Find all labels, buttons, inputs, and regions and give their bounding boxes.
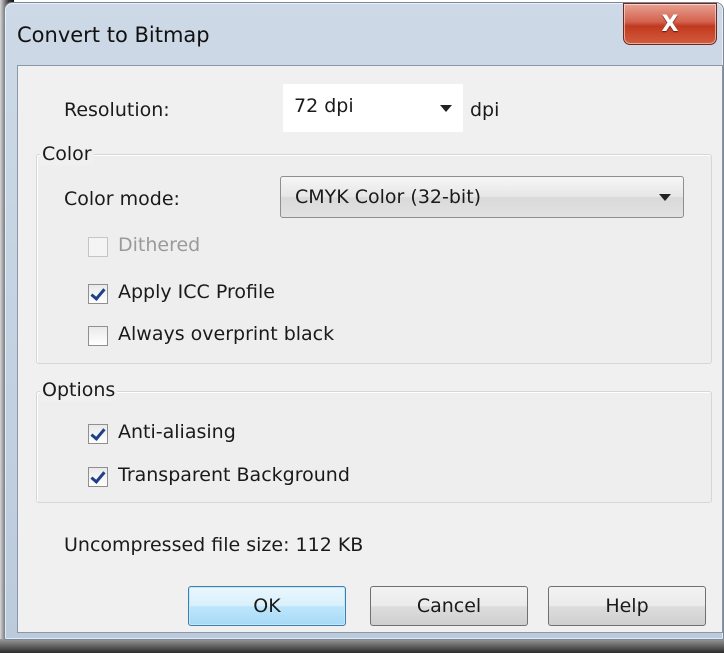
color-mode-label: Color mode:: [64, 188, 180, 210]
file-size-text: Uncompressed file size: 112 KB: [64, 534, 364, 556]
anti-aliasing-label[interactable]: Anti-aliasing: [118, 421, 236, 443]
ok-button[interactable]: OK: [188, 586, 346, 626]
color-mode-value: CMYK Color (32-bit): [295, 186, 482, 208]
resolution-value: 72 dpi: [294, 95, 354, 117]
resolution-label: Resolution:: [64, 99, 170, 121]
close-icon: X: [661, 11, 679, 37]
color-group-title: Color: [40, 143, 94, 165]
help-button[interactable]: Help: [548, 586, 706, 626]
options-group-title: Options: [40, 379, 118, 401]
transparent-background-checkbox[interactable]: [88, 467, 108, 487]
dialog-title: Convert to Bitmap: [17, 23, 210, 47]
transparent-background-label[interactable]: Transparent Background: [118, 464, 350, 486]
options-group: [36, 391, 712, 503]
dialog-body: Resolution: 72 dpi dpi Color Color mode:…: [17, 65, 723, 633]
chevron-down-icon: [659, 194, 671, 201]
apply-icc-profile-checkbox[interactable]: [88, 284, 108, 304]
color-mode-select[interactable]: CMYK Color (32-bit): [280, 176, 684, 218]
dithered-label: Dithered: [118, 234, 201, 256]
ok-button-label: OK: [253, 595, 281, 617]
dithered-checkbox[interactable]: [88, 237, 108, 257]
dialog-window: Convert to Bitmap X Resolution: 72 dpi d…: [4, 2, 724, 640]
background-shadow-bottom: [0, 639, 724, 653]
apply-icc-profile-label[interactable]: Apply ICC Profile: [118, 281, 275, 303]
always-overprint-black-checkbox[interactable]: [88, 326, 108, 346]
chevron-down-icon: [440, 105, 452, 112]
cancel-button[interactable]: Cancel: [370, 586, 528, 626]
resolution-dropdown[interactable]: 72 dpi: [283, 84, 463, 132]
cancel-button-label: Cancel: [416, 595, 482, 617]
close-button[interactable]: X: [623, 3, 717, 45]
always-overprint-black-label[interactable]: Always overprint black: [118, 323, 334, 345]
anti-aliasing-checkbox[interactable]: [88, 424, 108, 444]
help-button-label: Help: [605, 595, 649, 617]
resolution-unit: dpi: [470, 99, 500, 121]
